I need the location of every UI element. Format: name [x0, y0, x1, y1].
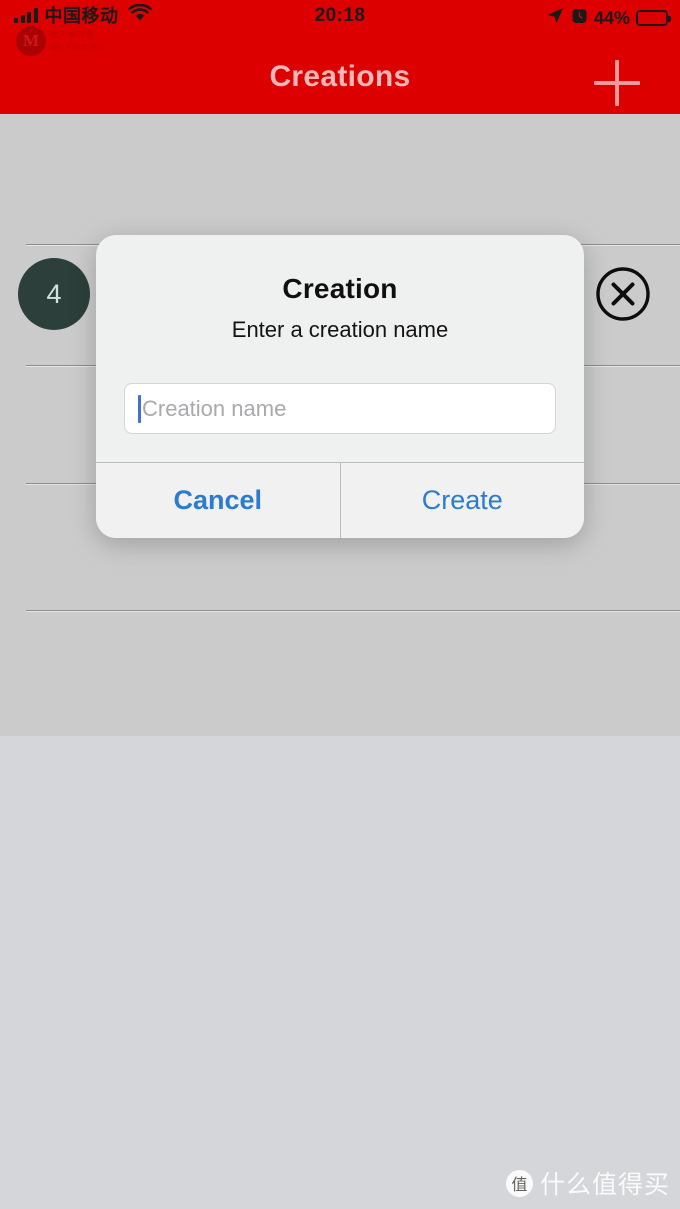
- creation-badge: 4: [18, 258, 90, 330]
- add-creation-button[interactable]: [594, 60, 640, 106]
- close-circle-icon[interactable]: [595, 266, 651, 322]
- creation-name-placeholder: Creation name: [142, 395, 287, 421]
- text-cursor: [138, 394, 141, 423]
- watermark-badge: 值: [505, 1169, 533, 1197]
- dialog-actions: Cancel Create: [96, 462, 584, 538]
- battery-percent-label: 44%: [593, 7, 630, 28]
- dialog-title: Creation: [282, 273, 398, 304]
- watermark-bottom-right: 值 什么值得买: [505, 1165, 670, 1201]
- list-separator: [26, 610, 680, 611]
- create-button[interactable]: Create: [340, 463, 584, 538]
- chinese-stroke-keyboard: 123 一 丨 丿 英文 丶 乛 *: [0, 736, 680, 1209]
- location-arrow-icon: [546, 6, 565, 30]
- navigation-bar: Creations: [0, 42, 680, 114]
- phone-screen: 中国移动 20:18 44% M 德天酷诠赛 DE TIAN KU Creati…: [0, 0, 680, 1209]
- page-title: Creations: [269, 60, 411, 93]
- dialog-subtitle: Enter a creation name: [231, 317, 449, 342]
- status-bar: 中国移动 20:18 44%: [0, 0, 680, 42]
- alarm-clock-icon: [571, 7, 588, 30]
- battery-icon: [636, 10, 671, 26]
- watermark-text: 什么值得买: [539, 1171, 670, 1199]
- candidate-bar: [0, 736, 680, 818]
- creation-name-input[interactable]: Creation name: [124, 383, 556, 434]
- creation-dialog: Creation Enter a creation name Creation …: [96, 235, 584, 538]
- cancel-button[interactable]: Cancel: [96, 463, 340, 538]
- top-bar: 中国移动 20:18 44% M 德天酷诠赛 DE TIAN KU Creati…: [0, 0, 680, 114]
- status-bar-right: 44%: [546, 6, 671, 30]
